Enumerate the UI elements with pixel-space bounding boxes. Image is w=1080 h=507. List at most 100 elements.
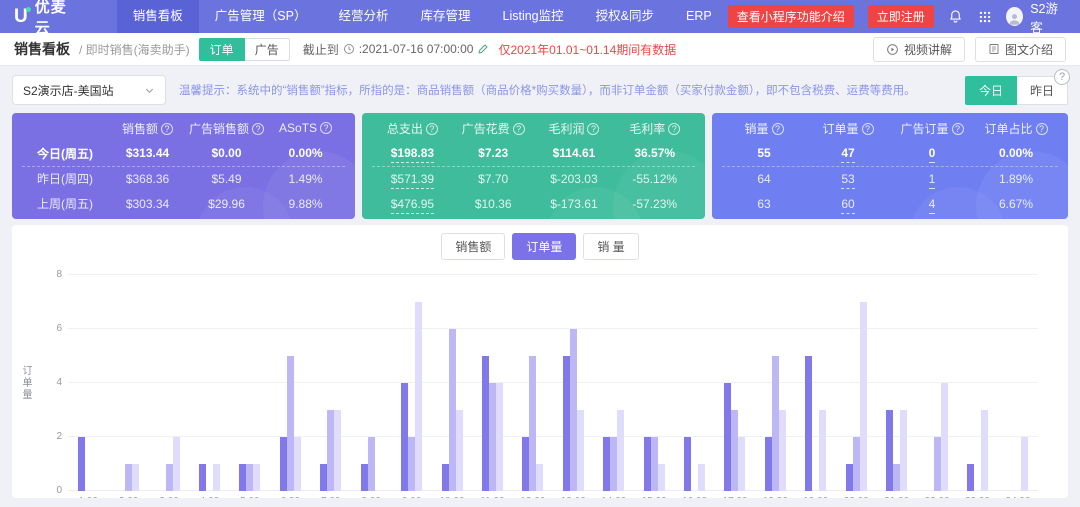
bar-昨日 — [651, 437, 658, 491]
metric-help-icon[interactable]: ? — [513, 123, 525, 135]
nav-item[interactable]: 广告管理（SP） — [199, 0, 323, 33]
nav-item[interactable]: 经营分析 — [322, 0, 404, 33]
x-tick-label: 11:00 — [472, 496, 512, 498]
metric-help-icon[interactable]: ? — [862, 123, 874, 135]
metric-help-icon[interactable]: ? — [772, 123, 784, 135]
user-menu[interactable]: S2游客 — [1006, 0, 1066, 36]
bar-昨日 — [327, 410, 334, 491]
stat-card-cost: 总支出?广告花费?毛利润?毛利率?$198.83$7.23$114.6136.5… — [362, 113, 705, 219]
metric-value-link[interactable]: 1 — [929, 172, 936, 189]
bar-上周 — [536, 464, 543, 491]
bar-今日 — [684, 437, 691, 491]
play-circle-icon — [886, 43, 899, 56]
nav-item[interactable]: 库存管理 — [404, 0, 486, 33]
video-guide-button[interactable]: 视频讲解 — [873, 37, 965, 62]
metric-header: 销售额? — [108, 120, 187, 137]
doc-guide-button[interactable]: 图文介绍 — [975, 37, 1066, 62]
chart-tab[interactable]: 订单量 — [512, 233, 576, 260]
x-tick-label: 6:00 — [270, 496, 310, 498]
x-tick-label: 1:00 — [68, 496, 108, 498]
store-select[interactable]: S2演示店-美国站 — [12, 75, 166, 105]
metric-header: 销量? — [722, 120, 806, 137]
x-tick-label: 4:00 — [189, 496, 229, 498]
metric-value-link[interactable]: 0 — [929, 146, 936, 163]
metric-value-link[interactable]: $476.95 — [391, 197, 434, 214]
today-button[interactable]: 今日 — [965, 76, 1017, 105]
bar-上周 — [496, 383, 503, 491]
metric-help-icon[interactable]: ? — [161, 123, 173, 135]
tab-ad[interactable]: 广告 — [245, 38, 290, 61]
chart-tab[interactable]: 销 量 — [583, 233, 638, 260]
apps-grid-icon[interactable] — [977, 8, 992, 25]
register-button[interactable]: 立即注册 — [868, 5, 934, 28]
clock-icon — [343, 43, 355, 55]
bar-昨日 — [731, 410, 738, 491]
bar-今日 — [401, 383, 408, 491]
metric-value: $-173.61 — [534, 197, 615, 211]
metric-help-icon[interactable]: ? — [426, 123, 438, 135]
nav-item[interactable]: Listing监控 — [487, 0, 580, 33]
tab-order[interactable]: 订单 — [199, 38, 245, 61]
chart-plot — [68, 275, 1038, 491]
chart-tab[interactable]: 销售额 — [441, 233, 505, 260]
edit-pencil-icon[interactable] — [477, 43, 489, 55]
bar-group — [998, 275, 1038, 491]
nav-item[interactable]: 销售看板 — [117, 0, 199, 33]
metric-help-icon[interactable]: ? — [952, 123, 964, 135]
bar-上周 — [941, 383, 948, 491]
bar-上周 — [658, 464, 665, 491]
bar-今日 — [442, 464, 449, 491]
metric-header: 订单占比? — [974, 120, 1058, 137]
metric-value: -57.23% — [614, 197, 695, 211]
metric-help-icon[interactable]: ? — [587, 123, 599, 135]
bar-上周 — [294, 437, 301, 491]
bar-group — [311, 275, 351, 491]
y-tick-label: 8 — [40, 269, 62, 280]
y-axis-label: 订单量 — [18, 365, 33, 401]
metric-value-link[interactable]: 47 — [841, 146, 854, 163]
mini-program-intro-button[interactable]: 查看小程序功能介绍 — [728, 5, 854, 28]
bar-group — [553, 275, 593, 491]
bar-group — [917, 275, 957, 491]
bar-昨日 — [166, 464, 173, 491]
metric-value: $476.95 — [372, 197, 453, 211]
metric-value-link[interactable]: 53 — [841, 172, 854, 189]
x-tick-label: 21:00 — [876, 496, 916, 498]
bar-上周 — [213, 464, 220, 491]
bar-group — [755, 275, 795, 491]
metric-value-link[interactable]: 4 — [929, 197, 936, 214]
metric-value-link[interactable]: $198.83 — [391, 146, 434, 163]
metric-help-icon[interactable]: ? — [668, 123, 680, 135]
metric-value: 1.49% — [266, 172, 345, 186]
metric-value: $198.83 — [372, 146, 453, 160]
metric-help-icon[interactable]: ? — [252, 123, 264, 135]
bar-今日 — [603, 437, 610, 491]
bar-今日 — [239, 464, 246, 491]
day-toggle: 今日 昨日 — [965, 76, 1068, 105]
metric-value-link[interactable]: 60 — [841, 197, 854, 214]
row-label: 今日(周五) — [22, 145, 108, 162]
bar-昨日 — [893, 464, 900, 491]
metric-value-link[interactable]: $571.39 — [391, 172, 434, 189]
bar-上周 — [738, 437, 745, 491]
y-tick-label: 4 — [40, 377, 62, 388]
app-logo[interactable]: U 优麦云 — [14, 0, 81, 38]
metric-header: 订单量? — [806, 120, 890, 137]
bell-icon[interactable] — [948, 8, 963, 25]
stat-card-volume: 销量?订单量?广告订量?订单占比?554700.00%645311.89%636… — [712, 113, 1068, 219]
data-range-notice: 仅2021年01.01~01.14期间有数据 — [498, 41, 676, 58]
bar-group — [68, 275, 108, 491]
bar-今日 — [522, 437, 529, 491]
y-tick-label: 0 — [40, 485, 62, 496]
avatar — [1006, 7, 1023, 26]
bar-今日 — [78, 437, 85, 491]
metric-header: 广告订量? — [890, 120, 974, 137]
help-icon[interactable]: ? — [1054, 69, 1070, 85]
x-tick-label: 18:00 — [755, 496, 795, 498]
metric-help-icon[interactable]: ? — [1036, 123, 1048, 135]
nav-item[interactable]: 授权&同步 — [580, 0, 670, 33]
top-nav: U 优麦云 销售看板广告管理（SP）经营分析库存管理Listing监控授权&同步… — [0, 0, 1080, 33]
bar-今日 — [846, 464, 853, 491]
metric-help-icon[interactable]: ? — [320, 122, 332, 134]
nav-item[interactable]: ERP — [670, 0, 728, 33]
